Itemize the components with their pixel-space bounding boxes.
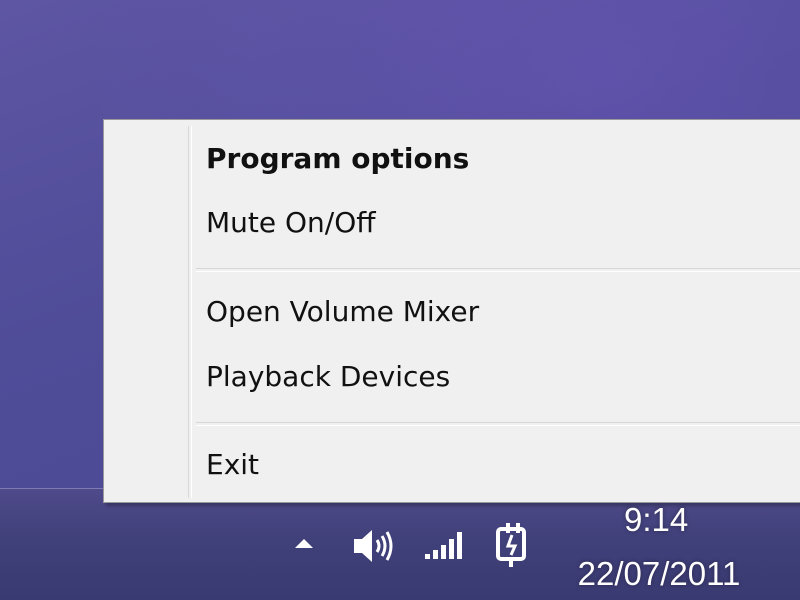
power-plug-icon[interactable] (492, 521, 536, 573)
menu-separator (196, 422, 800, 426)
clock-time: 9:14 (624, 501, 689, 538)
menu-item-exit[interactable]: Exit (196, 440, 798, 490)
menu-item-program-options[interactable]: Program options (196, 134, 798, 184)
menu-item-mute-toggle[interactable]: Mute On/Off (196, 198, 798, 248)
tray-context-menu: Program options Mute On/Off Open Volume … (103, 119, 800, 503)
network-signal-icon[interactable] (422, 526, 470, 566)
menu-icon-gutter-divider (188, 126, 192, 498)
menu-item-open-volume-mixer[interactable]: Open Volume Mixer (196, 287, 798, 337)
menu-item-playback-devices[interactable]: Playback Devices (196, 352, 798, 402)
taskbar-clock[interactable]: 9:14 22/07/2011 (554, 500, 764, 596)
menu-separator (196, 268, 800, 272)
speaker-icon[interactable] (350, 526, 398, 570)
clock-date: 22/07/2011 (577, 555, 741, 592)
show-hidden-icons-arrow-icon[interactable] (292, 536, 316, 556)
